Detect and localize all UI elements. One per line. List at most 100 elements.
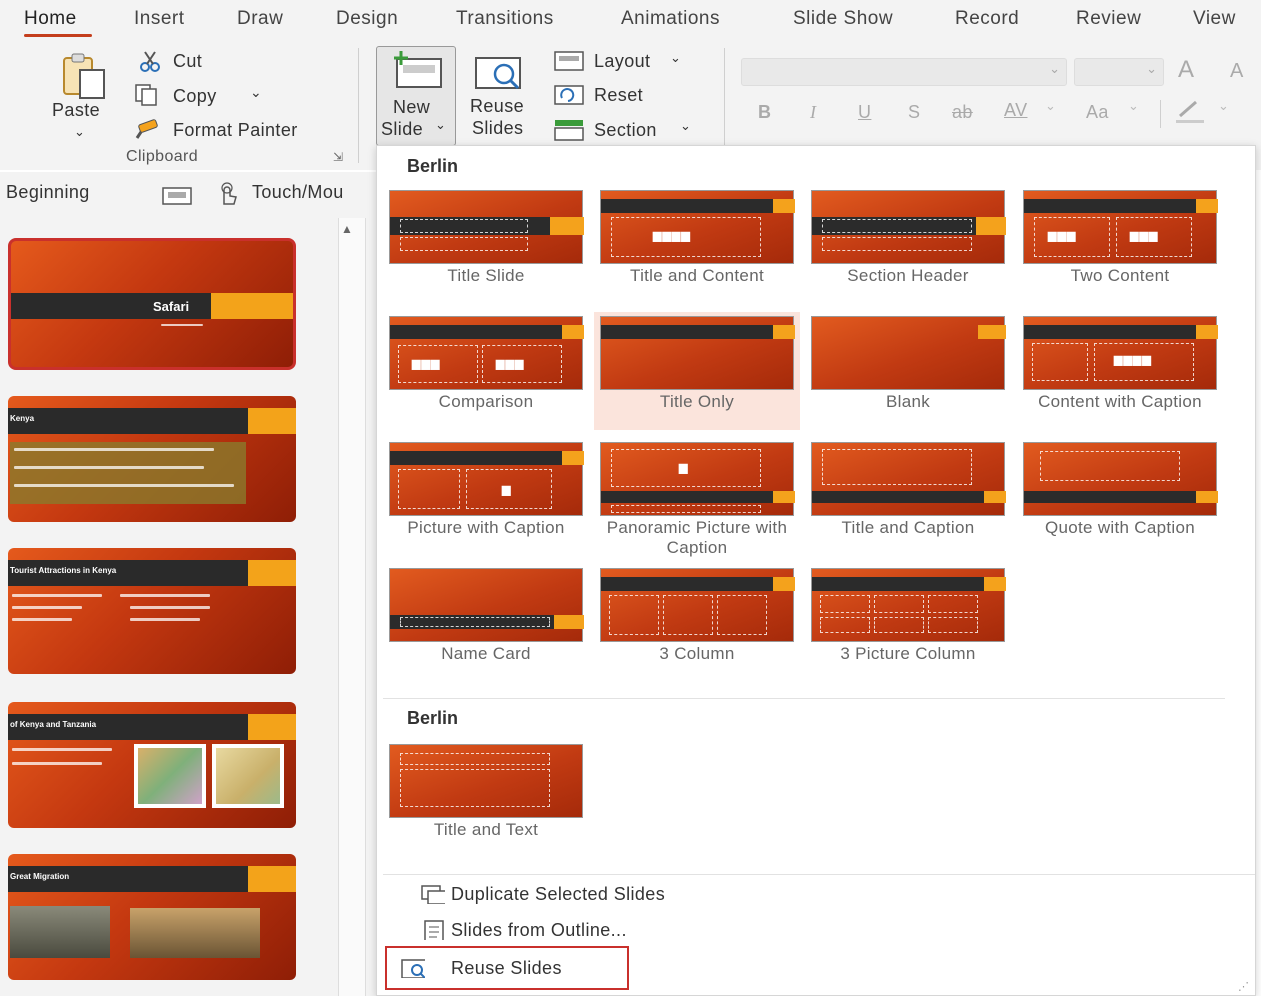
strikethrough-button[interactable]: ab (952, 102, 973, 123)
slide-thumbnail-4[interactable]: of Kenya and Tanzania (8, 702, 296, 828)
character-spacing-button[interactable]: AV (1004, 100, 1027, 121)
layout-quote-with-caption[interactable]: Quote with Caption (1017, 438, 1223, 556)
layout-label: Section Header (847, 266, 969, 285)
grow-font-button[interactable]: A (1178, 56, 1194, 84)
preview-placeholder (400, 753, 550, 765)
new-slide-icon (394, 51, 442, 88)
cut-button[interactable]: Cut (173, 51, 202, 72)
layout-name-card[interactable]: Name Card (383, 564, 589, 682)
section-dropdown-icon[interactable]: ⌄ (680, 118, 691, 134)
thumb-accent-bar (248, 866, 296, 892)
layout-title-and-caption[interactable]: Title and Caption (805, 438, 1011, 556)
thumbnail-scrollbar[interactable] (338, 218, 366, 996)
section-button[interactable]: Section (594, 120, 657, 141)
italic-button[interactable]: I (810, 102, 816, 123)
format-painter-icon (135, 119, 158, 139)
copy-button[interactable]: Copy (173, 86, 217, 107)
copy-dropdown-icon[interactable]: ⌄ (250, 84, 262, 101)
thumb-accent-bar (248, 714, 296, 740)
highlighter-dropdown-icon[interactable]: ⌄ (1218, 98, 1229, 114)
preview-title-bar (812, 577, 984, 591)
tab-draw[interactable]: Draw (237, 8, 283, 30)
font-name-box[interactable]: ⌄ (741, 58, 1067, 86)
tab-design[interactable]: Design (336, 8, 398, 30)
slide-thumbnail-5[interactable]: Great Migration (8, 854, 296, 980)
thumb-title-bar (8, 408, 248, 434)
slides-from-outline-item[interactable]: Slides from Outline... (397, 914, 817, 948)
reset-button[interactable]: Reset (594, 85, 643, 106)
layout-3-picture-column[interactable]: 3 Picture Column (805, 564, 1011, 682)
slide-thumbnail-3[interactable]: Tourist Attractions in Kenya (8, 548, 296, 674)
underline-button[interactable]: U (858, 102, 871, 123)
layout-3-column[interactable]: 3 Column (594, 564, 800, 682)
paste-dropdown-icon[interactable]: ⌄ (74, 124, 85, 140)
layout-title-only[interactable]: Title Only (594, 312, 800, 430)
layout-content-with-caption[interactable]: ▆▆▆▆ Content with Caption (1017, 312, 1223, 430)
tab-transitions[interactable]: Transitions (456, 8, 554, 30)
thumb-text-line (14, 466, 204, 469)
layout-section-header[interactable]: Section Header (805, 186, 1011, 304)
reuse-slides-icon (475, 57, 521, 90)
spacing-dropdown-icon[interactable]: ⌄ (1045, 98, 1056, 114)
layout-dropdown-icon[interactable]: ⌄ (670, 50, 681, 66)
layout-label: Quote with Caption (1045, 518, 1195, 537)
touch-mouse-icon (221, 182, 237, 205)
thumb-photo (130, 908, 260, 958)
new-slide-label-2: Slide (381, 119, 424, 139)
layout-preview (389, 744, 583, 818)
layout-title-slide[interactable]: Title Slide (383, 186, 589, 304)
layout-two-content[interactable]: ▆▆▆ ▆▆▆ Two Content (1017, 186, 1223, 304)
layout-comparison[interactable]: ▆▆▆ ▆▆▆ Comparison (383, 312, 589, 430)
font-size-box[interactable]: ⌄ (1074, 58, 1164, 86)
format-painter-button[interactable]: Format Painter (173, 120, 298, 141)
change-case-button[interactable]: Aa (1086, 102, 1109, 123)
tab-insert[interactable]: Insert (134, 8, 185, 30)
duplicate-slides-icon (421, 885, 445, 904)
presenter-view-icon[interactable] (162, 186, 194, 206)
reuse-slides-ribbon-button[interactable]: Reuse Slides (466, 48, 540, 146)
shadow-button[interactable]: S (908, 102, 920, 123)
layout-title-and-content[interactable]: ▆▆▆▆ Title and Content (594, 186, 800, 304)
layout-button[interactable]: Layout (594, 51, 650, 72)
slide-thumbnail-1[interactable]: Safari (8, 238, 296, 370)
copy-icon (135, 84, 157, 106)
tab-review[interactable]: Review (1076, 8, 1141, 30)
preview-content-icons: ▆▆▆ (1130, 230, 1159, 242)
preview-placeholder (822, 449, 972, 485)
bold-button[interactable]: B (758, 102, 771, 123)
from-beginning-button[interactable]: Beginning (6, 182, 90, 203)
tab-home[interactable]: Home (24, 8, 77, 30)
slide-thumbnail-2[interactable]: Kenya (8, 396, 296, 522)
tab-animations[interactable]: Animations (621, 8, 720, 30)
new-slide-button[interactable]: New Slide ⌄ (376, 46, 456, 146)
tab-slide-show[interactable]: Slide Show (793, 8, 893, 30)
clipboard-launcher-icon[interactable]: ⇲ (333, 150, 343, 164)
thumb-text-line (12, 748, 112, 751)
layout-preview: ▆ (389, 442, 584, 516)
reuse-slides-menu-item[interactable]: Reuse Slides (385, 946, 629, 990)
duplicate-selected-slides-item[interactable]: Duplicate Selected Slides (397, 878, 817, 912)
quick-access-row: Beginning Touch/Mou (0, 172, 376, 216)
tab-record[interactable]: Record (955, 8, 1019, 30)
reuse-slides-label-2: Slides (472, 118, 524, 138)
tab-view[interactable]: View (1193, 8, 1236, 30)
layout-picture-with-caption[interactable]: ▆ Picture with Caption (383, 438, 589, 556)
highlighter-icon[interactable] (1174, 98, 1208, 124)
resize-grip-icon[interactable]: ⋰ (1238, 980, 1249, 993)
preview-accent (976, 217, 1006, 235)
layout-title-and-text[interactable]: Title and Text (383, 740, 589, 858)
thumb-content-box (10, 442, 246, 504)
scroll-up-icon[interactable]: ▲ (341, 222, 353, 236)
reuse-slides-menu-label: Reuse Slides (451, 958, 562, 978)
case-dropdown-icon[interactable]: ⌄ (1128, 98, 1139, 114)
layout-blank[interactable]: Blank (805, 312, 1011, 430)
thumb-title: Tourist Attractions in Kenya (10, 566, 117, 575)
shrink-font-button[interactable]: A (1230, 60, 1244, 83)
layout-label: 3 Picture Column (840, 644, 976, 663)
preview-accent (550, 217, 584, 235)
touch-mouse-mode-button[interactable]: Touch/Mou (252, 182, 344, 203)
layout-preview: ▆▆▆ ▆▆▆ (389, 316, 584, 390)
preview-content-icons: ▆▆▆▆ (653, 230, 691, 242)
paste-button[interactable]: Paste ⌄ (48, 48, 118, 144)
layout-panoramic-picture-with-caption[interactable]: ▆ Panoramic Picture with Caption (594, 438, 800, 557)
